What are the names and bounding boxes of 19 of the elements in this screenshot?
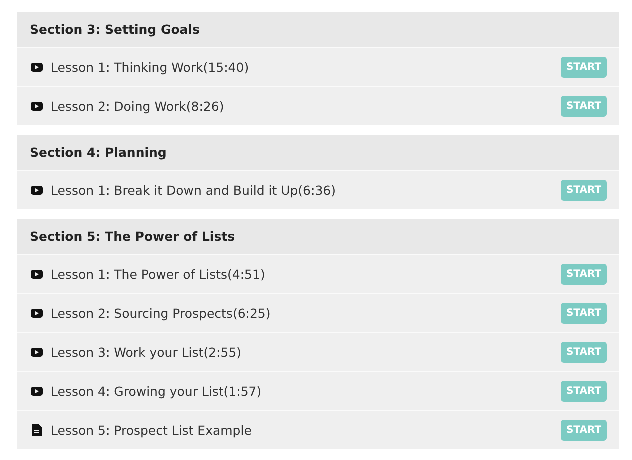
- lesson-title[interactable]: Lesson 1: Break it Down and Build it Up(6:36): [51, 182, 553, 198]
- video-icon: [31, 348, 43, 356]
- lesson-title[interactable]: Lesson 2: Sourcing Prospects(6:25): [51, 306, 553, 320]
- section-header[interactable]: Section 5: The Power of Lists: [17, 219, 619, 254]
- video-icon: [31, 270, 43, 278]
- lesson-title[interactable]: Lesson 4: Growing your List(1:57): [51, 384, 553, 398]
- section-header[interactable]: Section 3: Setting Goals: [17, 12, 619, 47]
- video-icon: [31, 62, 43, 72]
- lesson-title[interactable]: Lesson 1: The Power of Lists(4:51): [51, 266, 553, 282]
- lesson-title[interactable]: Lesson 1: Thinking Work(15:40): [51, 60, 553, 74]
- lesson-title[interactable]: Lesson 3: Work your List(2:55): [51, 344, 553, 360]
- video-icon: [31, 186, 43, 194]
- document-icon: [32, 424, 42, 436]
- video-icon: [31, 308, 43, 318]
- lesson-title[interactable]: Lesson 2: Doing Work(8:26): [51, 98, 553, 114]
- lesson-title[interactable]: Lesson 5: Prospect List Example: [51, 422, 553, 438]
- section-header[interactable]: Section 4: Planning: [17, 135, 619, 170]
- video-icon: [31, 386, 43, 396]
- video-icon: [31, 102, 43, 110]
